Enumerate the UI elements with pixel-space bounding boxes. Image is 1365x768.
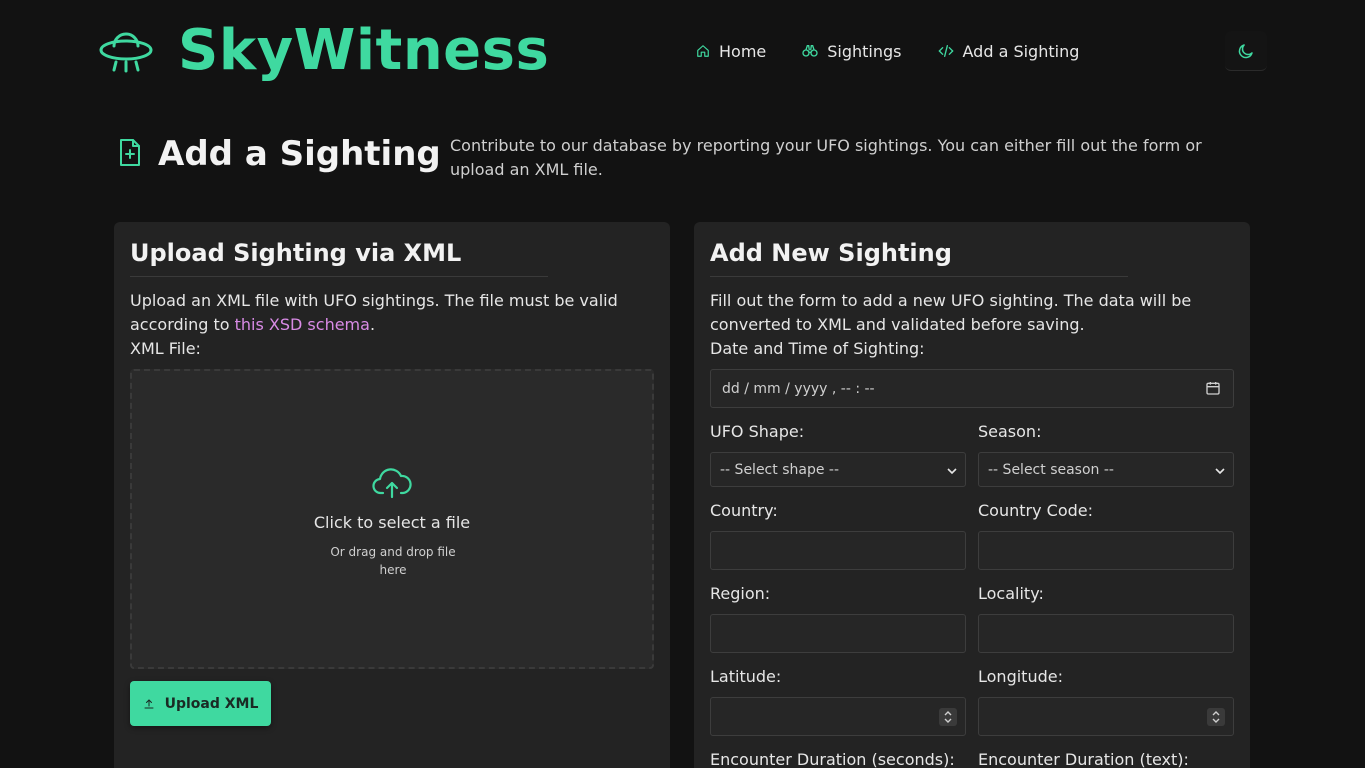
file-plus-icon (120, 139, 140, 166)
latitude-label: Latitude: (710, 667, 782, 686)
upload-button-label: Upload XML (164, 695, 259, 712)
datetime-input[interactable]: dd / mm / yyyy , -- : -- (710, 369, 1234, 408)
season-select[interactable]: -- Select season -- (978, 452, 1234, 487)
divider (130, 276, 548, 277)
code-icon (937, 45, 954, 57)
shape-select[interactable]: -- Select shape -- (710, 452, 966, 487)
nav-home-label: Home (719, 41, 767, 61)
locality-label: Locality: (978, 584, 1044, 603)
spinner-arrows-icon (944, 711, 952, 723)
nav-add-sighting[interactable]: Add a Sighting (937, 40, 1080, 62)
chevron-down-icon (947, 468, 957, 475)
upload-xml-button[interactable]: Upload XML (130, 681, 271, 726)
region-label: Region: (710, 584, 771, 603)
upload-text-end: . (369, 315, 376, 334)
chevron-down-icon (1215, 468, 1225, 475)
moon-icon (1238, 43, 1253, 58)
page-heading: Add a Sighting Contribute to our databas… (114, 128, 1254, 188)
xsd-schema-link[interactable]: this XSD schema (235, 315, 370, 334)
nav-sightings[interactable]: Sightings (802, 40, 902, 62)
shape-select-value: -- Select shape -- (720, 461, 839, 478)
longitude-input[interactable] (978, 697, 1234, 736)
country-code-label: Country Code: (978, 501, 1093, 520)
country-label: Country: (710, 501, 778, 520)
shape-label: UFO Shape: (710, 422, 805, 441)
home-icon (697, 45, 709, 57)
datetime-placeholder: dd / mm / yyyy , -- : -- (722, 380, 875, 397)
datetime-label: Date and Time of Sighting: (710, 339, 925, 358)
nav-add-sighting-label: Add a Sighting (962, 41, 1080, 61)
calendar-icon[interactable] (1205, 380, 1221, 396)
page-description: Contribute to our database by reporting … (450, 136, 1202, 179)
dropzone-sub-text: Or drag and drop file here (330, 545, 456, 577)
nav-sightings-label: Sightings (827, 41, 902, 61)
form-intro: Fill out the form to add a new UFO sight… (710, 291, 1192, 334)
longitude-label: Longitude: (978, 667, 1063, 686)
main-nav: Home Sightings Add a Sighting (696, 40, 1115, 62)
cloud-upload-icon (372, 468, 412, 499)
brand-name[interactable]: SkyWitness (178, 18, 549, 84)
latitude-input[interactable] (710, 697, 966, 736)
region-input[interactable] (710, 614, 966, 653)
season-label: Season: (978, 422, 1042, 441)
spinner-arrows-icon (1212, 711, 1220, 723)
upload-instructions: Upload an XML file with UFO sightings. T… (130, 289, 650, 337)
divider (710, 276, 1128, 277)
ufo-logo-icon[interactable] (98, 28, 154, 76)
file-dropzone[interactable]: Click to select a file Or drag and drop … (130, 369, 654, 669)
header: SkyWitness Home Sightings Add a Sighting (0, 0, 1365, 104)
upload-icon (144, 698, 154, 708)
theme-toggle-button[interactable] (1225, 31, 1267, 71)
page-title: Add a Sighting (158, 134, 441, 174)
upload-card-title: Upload Sighting via XML (130, 239, 462, 267)
duration-seconds-label: Encounter Duration (seconds): (710, 750, 955, 768)
xml-file-label: XML File: (130, 339, 201, 358)
form-card-title: Add New Sighting (710, 239, 952, 267)
country-input[interactable] (710, 531, 966, 570)
dropzone-main-text: Click to select a file (313, 513, 471, 532)
duration-text-label: Encounter Duration (text): (978, 750, 1189, 768)
season-select-value: -- Select season -- (988, 461, 1114, 478)
number-spinner[interactable] (1207, 708, 1225, 726)
add-sighting-card: Add New Sighting Fill out the form to ad… (694, 222, 1250, 768)
number-spinner[interactable] (939, 708, 957, 726)
country-code-input[interactable] (978, 531, 1234, 570)
binoculars-icon (802, 45, 818, 57)
locality-input[interactable] (978, 614, 1234, 653)
upload-xml-card: Upload Sighting via XML Upload an XML fi… (114, 222, 670, 768)
nav-home[interactable]: Home (696, 40, 766, 62)
